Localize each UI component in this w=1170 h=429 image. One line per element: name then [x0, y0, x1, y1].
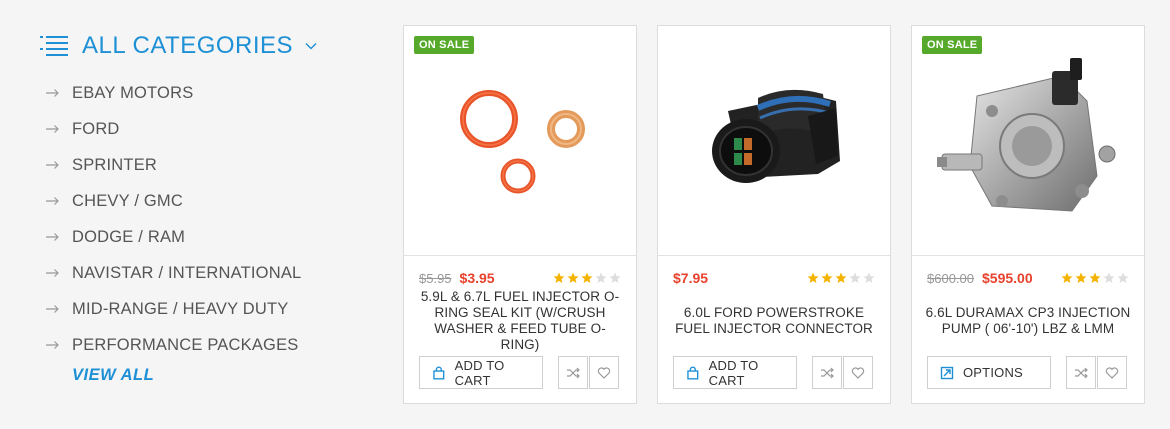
category-item[interactable]: CHEVY / GMC: [40, 183, 370, 219]
old-price: $5.95: [419, 270, 452, 286]
add-to-cart-button[interactable]: ADD TO CART: [419, 356, 543, 389]
arrow-right-icon: [46, 233, 59, 241]
category-item[interactable]: EBAY MOTORS: [40, 75, 370, 111]
old-price: $600.00: [927, 270, 974, 286]
star-filled-icon: [553, 272, 565, 283]
chevron-down-icon: [305, 43, 317, 50]
product-card[interactable]: ON SALE $600.00 $595.00 6.6L DURAMAX CP3…: [911, 25, 1145, 404]
heart-icon: [1105, 366, 1119, 379]
heart-icon: [597, 366, 611, 379]
category-label: PERFORMANCE PACKAGES: [72, 335, 299, 354]
o-ring-seal-kit-image: [460, 90, 585, 194]
star-filled-icon: [581, 272, 593, 283]
product-image[interactable]: [912, 26, 1144, 256]
product-name[interactable]: 6.6L DURAMAX CP3 INJECTION PUMP ( 06'-10…: [924, 295, 1132, 347]
price-row: $600.00 $595.00: [927, 269, 1129, 287]
all-categories-toggle[interactable]: ALL CATEGORIES: [40, 28, 370, 64]
star-empty-icon: [1117, 272, 1129, 283]
on-sale-badge: ON SALE: [414, 36, 475, 54]
star-empty-icon: [849, 272, 861, 283]
star-filled-icon: [835, 272, 847, 283]
wishlist-button[interactable]: [589, 356, 619, 389]
add-to-cart-label: ADD TO CART: [454, 357, 505, 388]
price-row: $7.95: [673, 269, 875, 287]
star-rating: [551, 272, 621, 284]
category-label: NAVISTAR / INTERNATIONAL: [72, 263, 302, 282]
star-filled-icon: [1075, 272, 1087, 283]
injection-pump-image: [937, 58, 1116, 212]
star-filled-icon: [1089, 272, 1101, 283]
options-button[interactable]: OPTIONS: [927, 356, 1051, 389]
injector-connector-image: [712, 89, 840, 183]
on-sale-badge: ON SALE: [922, 36, 983, 54]
category-sidebar: ALL CATEGORIES EBAY MOTORS FORD SPRINTER CH…: [40, 28, 370, 385]
add-to-cart-button[interactable]: ADD TO CART: [673, 356, 797, 389]
wishlist-button[interactable]: [843, 356, 873, 389]
shuffle-compare-icon: [567, 367, 580, 378]
star-rating: [805, 272, 875, 284]
product-image[interactable]: [404, 26, 636, 256]
options-icon: [940, 366, 954, 379]
star-empty-icon: [609, 272, 621, 283]
category-item[interactable]: PERFORMANCE PACKAGES: [40, 327, 370, 363]
compare-button[interactable]: [558, 356, 588, 389]
shuffle-compare-icon: [1075, 367, 1088, 378]
arrow-right-icon: [46, 161, 59, 169]
arrow-right-icon: [46, 125, 59, 133]
heart-icon: [851, 366, 865, 379]
category-item[interactable]: SPRINTER: [40, 147, 370, 183]
all-categories-title: ALL CATEGORIES: [82, 32, 294, 59]
category-item[interactable]: NAVISTAR / INTERNATIONAL: [40, 255, 370, 291]
star-filled-icon: [807, 272, 819, 283]
view-all-link[interactable]: VIEW ALL: [72, 366, 370, 385]
compare-button[interactable]: [1066, 356, 1096, 389]
arrow-right-icon: [46, 305, 59, 313]
compare-button[interactable]: [812, 356, 842, 389]
product-image[interactable]: [658, 26, 890, 256]
category-label: MID-RANGE / HEAVY DUTY: [72, 299, 289, 318]
price: $7.95: [673, 270, 709, 286]
arrow-right-icon: [46, 269, 59, 277]
category-item[interactable]: MID-RANGE / HEAVY DUTY: [40, 291, 370, 327]
product-card[interactable]: ON SALE $5.95 $3.95 5.9L & 6.7L FUEL INJ…: [403, 25, 637, 404]
star-filled-icon: [821, 272, 833, 283]
product-card[interactable]: $7.95 6.0L FORD POWERSTROKE FUEL INJECTO…: [657, 25, 891, 404]
category-item[interactable]: FORD: [40, 111, 370, 147]
category-label: DODGE / RAM: [72, 227, 186, 246]
star-rating: [1059, 272, 1129, 284]
menu-list-icon: [40, 36, 68, 56]
arrow-right-icon: [46, 341, 59, 349]
price-row: $5.95 $3.95: [419, 269, 621, 287]
category-label: EBAY MOTORS: [72, 83, 194, 102]
add-to-cart-label: ADD TO CART: [708, 357, 759, 388]
arrow-right-icon: [46, 89, 59, 97]
star-empty-icon: [1103, 272, 1115, 283]
star-empty-icon: [863, 272, 875, 283]
shuffle-compare-icon: [821, 367, 834, 378]
product-name[interactable]: 6.0L FORD POWERSTROKE FUEL INJECTOR CONN…: [670, 295, 878, 347]
category-label: SPRINTER: [72, 155, 158, 174]
arrow-right-icon: [46, 197, 59, 205]
product-name[interactable]: 5.9L & 6.7L FUEL INJECTOR O-RING SEAL KI…: [416, 289, 624, 352]
cart-bag-icon: [433, 365, 445, 380]
star-filled-icon: [1061, 272, 1073, 283]
sale-price: $595.00: [982, 270, 1033, 286]
star-empty-icon: [595, 272, 607, 283]
category-item[interactable]: DODGE / RAM: [40, 219, 370, 255]
wishlist-button[interactable]: [1097, 356, 1127, 389]
category-label: FORD: [72, 119, 120, 138]
category-label: CHEVY / GMC: [72, 191, 183, 210]
options-label: OPTIONS: [963, 365, 1023, 380]
cart-bag-icon: [687, 365, 699, 380]
category-list: EBAY MOTORS FORD SPRINTER CHEVY / GMC DODGE …: [40, 75, 370, 363]
star-filled-icon: [567, 272, 579, 283]
sale-price: $3.95: [459, 270, 495, 286]
